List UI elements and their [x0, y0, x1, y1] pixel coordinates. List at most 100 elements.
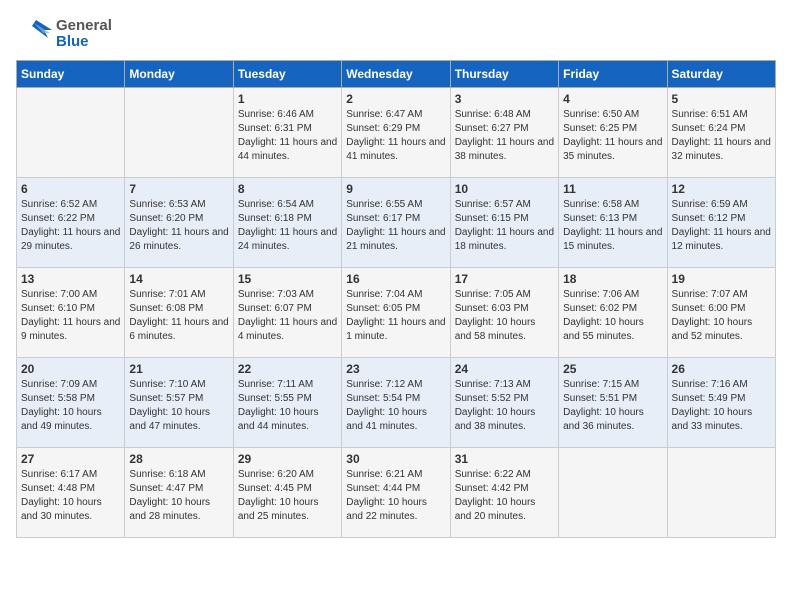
header-row: SundayMondayTuesdayWednesdayThursdayFrid… — [17, 61, 776, 88]
day-content: Sunrise: 6:52 AM Sunset: 6:22 PM Dayligh… — [21, 198, 120, 254]
day-number: 6 — [21, 182, 120, 196]
calendar-cell: 26 Sunrise: 7:16 AM Sunset: 5:49 PM Dayli… — [667, 358, 775, 448]
day-content: Sunrise: 7:15 AM Sunset: 5:51 PM Dayligh… — [563, 378, 662, 434]
calendar-cell — [667, 448, 775, 538]
calendar-cell: 9Sunrise: 6:55 AM Sunset: 6:17 PM Daylig… — [342, 178, 450, 268]
day-header-tuesday: Tuesday — [233, 61, 341, 88]
calendar-cell: 4Sunrise: 6:50 AM Sunset: 6:25 PM Daylig… — [559, 88, 667, 178]
calendar-cell: 6 Sunrise: 6:52 AM Sunset: 6:22 PM Daylig… — [17, 178, 125, 268]
day-number: 23 — [346, 362, 445, 376]
calendar-cell: 2 Sunrise: 6:47 AM Sunset: 6:29 PM Daylig… — [342, 88, 450, 178]
day-header-wednesday: Wednesday — [342, 61, 450, 88]
calendar-cell: 22 Sunrise: 7:11 AM Sunset: 5:55 PM Dayli… — [233, 358, 341, 448]
day-number: 20 — [21, 362, 120, 376]
calendar-table: SundayMondayTuesdayWednesdayThursdayFrid… — [16, 60, 776, 538]
day-content: Sunrise: 6:50 AM Sunset: 6:25 PM Dayligh… — [563, 108, 662, 164]
calendar-cell: 10Sunrise: 6:57 AM Sunset: 6:15 PM Dayli… — [450, 178, 558, 268]
day-content: Sunrise: 7:01 AM Sunset: 6:08 PM Dayligh… — [129, 288, 228, 344]
day-number: 24 — [455, 362, 554, 376]
week-row-1: 1 Sunrise: 6:46 AM Sunset: 6:31 PM Daylig… — [17, 88, 776, 178]
day-content: Sunrise: 7:13 AM Sunset: 5:52 PM Dayligh… — [455, 378, 554, 434]
day-number: 17 — [455, 272, 554, 286]
day-content: Sunrise: 7:16 AM Sunset: 5:49 PM Dayligh… — [672, 378, 771, 434]
day-number: 18 — [563, 272, 662, 286]
week-row-2: 6 Sunrise: 6:52 AM Sunset: 6:22 PM Daylig… — [17, 178, 776, 268]
calendar-cell: 19 Sunrise: 7:07 AM Sunset: 6:00 PM Dayli… — [667, 268, 775, 358]
calendar-cell: 18 Sunrise: 7:06 AM Sunset: 6:02 PM Dayli… — [559, 268, 667, 358]
calendar-cell: 7 Sunrise: 6:53 AM Sunset: 6:20 PM Daylig… — [125, 178, 233, 268]
day-number: 2 — [346, 92, 445, 106]
day-content: Sunrise: 7:12 AM Sunset: 5:54 PM Dayligh… — [346, 378, 445, 434]
day-number: 1 — [238, 92, 337, 106]
day-number: 30 — [346, 452, 445, 466]
day-number: 7 — [129, 182, 228, 196]
calendar-cell: 8 Sunrise: 6:54 AM Sunset: 6:18 PM Daylig… — [233, 178, 341, 268]
calendar-cell: 5 Sunrise: 6:51 AM Sunset: 6:24 PM Daylig… — [667, 88, 775, 178]
logo-blue: Blue — [56, 34, 112, 51]
calendar-cell: 25 Sunrise: 7:15 AM Sunset: 5:51 PM Dayli… — [559, 358, 667, 448]
calendar-cell: 21 Sunrise: 7:10 AM Sunset: 5:57 PM Dayli… — [125, 358, 233, 448]
day-content: Sunrise: 6:53 AM Sunset: 6:20 PM Dayligh… — [129, 198, 228, 254]
day-header-friday: Friday — [559, 61, 667, 88]
day-number: 8 — [238, 182, 337, 196]
day-content: Sunrise: 6:21 AM Sunset: 4:44 PM Dayligh… — [346, 468, 445, 524]
calendar-cell: 17 Sunrise: 7:05 AM Sunset: 6:03 PM Dayli… — [450, 268, 558, 358]
day-content: Sunrise: 7:05 AM Sunset: 6:03 PM Dayligh… — [455, 288, 554, 344]
calendar-cell: 31 Sunrise: 6:22 AM Sunset: 4:42 PM Dayli… — [450, 448, 558, 538]
day-number: 15 — [238, 272, 337, 286]
day-content: Sunrise: 6:18 AM Sunset: 4:47 PM Dayligh… — [129, 468, 228, 524]
day-content: Sunrise: 7:07 AM Sunset: 6:00 PM Dayligh… — [672, 288, 771, 344]
day-number: 3 — [455, 92, 554, 106]
logo-general: General — [56, 18, 112, 35]
day-number: 9 — [346, 182, 445, 196]
page-header: General Blue — [16, 16, 776, 52]
day-content: Sunrise: 7:04 AM Sunset: 6:05 PM Dayligh… — [346, 288, 445, 344]
day-number: 11 — [563, 182, 662, 196]
day-content: Sunrise: 6:48 AM Sunset: 6:27 PM Dayligh… — [455, 108, 554, 164]
day-number: 26 — [672, 362, 771, 376]
calendar-cell — [559, 448, 667, 538]
calendar-cell: 29Sunrise: 6:20 AM Sunset: 4:45 PM Dayli… — [233, 448, 341, 538]
day-number: 5 — [672, 92, 771, 106]
calendar-cell: 16 Sunrise: 7:04 AM Sunset: 6:05 PM Dayli… — [342, 268, 450, 358]
logo-bird-icon — [16, 16, 52, 52]
calendar-cell: 12Sunrise: 6:59 AM Sunset: 6:12 PM Dayli… — [667, 178, 775, 268]
calendar-cell: 14 Sunrise: 7:01 AM Sunset: 6:08 PM Dayli… — [125, 268, 233, 358]
day-content: Sunrise: 7:11 AM Sunset: 5:55 PM Dayligh… — [238, 378, 337, 434]
day-content: Sunrise: 7:10 AM Sunset: 5:57 PM Dayligh… — [129, 378, 228, 434]
day-number: 21 — [129, 362, 228, 376]
day-content: Sunrise: 7:06 AM Sunset: 6:02 PM Dayligh… — [563, 288, 662, 344]
day-content: Sunrise: 6:54 AM Sunset: 6:18 PM Dayligh… — [238, 198, 337, 254]
day-content: Sunrise: 6:58 AM Sunset: 6:13 PM Dayligh… — [563, 198, 662, 254]
day-number: 19 — [672, 272, 771, 286]
day-content: Sunrise: 6:20 AM Sunset: 4:45 PM Dayligh… — [238, 468, 337, 524]
day-number: 16 — [346, 272, 445, 286]
day-number: 25 — [563, 362, 662, 376]
day-number: 14 — [129, 272, 228, 286]
calendar-cell: 27Sunrise: 6:17 AM Sunset: 4:48 PM Dayli… — [17, 448, 125, 538]
day-content: Sunrise: 6:47 AM Sunset: 6:29 PM Dayligh… — [346, 108, 445, 164]
logo: General Blue — [16, 16, 112, 52]
calendar-cell: 15Sunrise: 7:03 AM Sunset: 6:07 PM Dayli… — [233, 268, 341, 358]
day-number: 27 — [21, 452, 120, 466]
day-content: Sunrise: 6:22 AM Sunset: 4:42 PM Dayligh… — [455, 468, 554, 524]
calendar-cell — [17, 88, 125, 178]
day-header-saturday: Saturday — [667, 61, 775, 88]
day-header-sunday: Sunday — [17, 61, 125, 88]
day-content: Sunrise: 6:59 AM Sunset: 6:12 PM Dayligh… — [672, 198, 771, 254]
week-row-5: 27Sunrise: 6:17 AM Sunset: 4:48 PM Dayli… — [17, 448, 776, 538]
day-number: 22 — [238, 362, 337, 376]
day-header-monday: Monday — [125, 61, 233, 88]
calendar-cell: 24 Sunrise: 7:13 AM Sunset: 5:52 PM Dayli… — [450, 358, 558, 448]
day-content: Sunrise: 6:46 AM Sunset: 6:31 PM Dayligh… — [238, 108, 337, 164]
calendar-cell — [125, 88, 233, 178]
calendar-cell: 13Sunrise: 7:00 AM Sunset: 6:10 PM Dayli… — [17, 268, 125, 358]
calendar-cell: 3 Sunrise: 6:48 AM Sunset: 6:27 PM Daylig… — [450, 88, 558, 178]
day-number: 28 — [129, 452, 228, 466]
day-number: 31 — [455, 452, 554, 466]
day-content: Sunrise: 6:51 AM Sunset: 6:24 PM Dayligh… — [672, 108, 771, 164]
day-content: Sunrise: 7:09 AM Sunset: 5:58 PM Dayligh… — [21, 378, 120, 434]
day-header-thursday: Thursday — [450, 61, 558, 88]
calendar-cell: 20 Sunrise: 7:09 AM Sunset: 5:58 PM Dayli… — [17, 358, 125, 448]
day-content: Sunrise: 7:00 AM Sunset: 6:10 PM Dayligh… — [21, 288, 120, 344]
